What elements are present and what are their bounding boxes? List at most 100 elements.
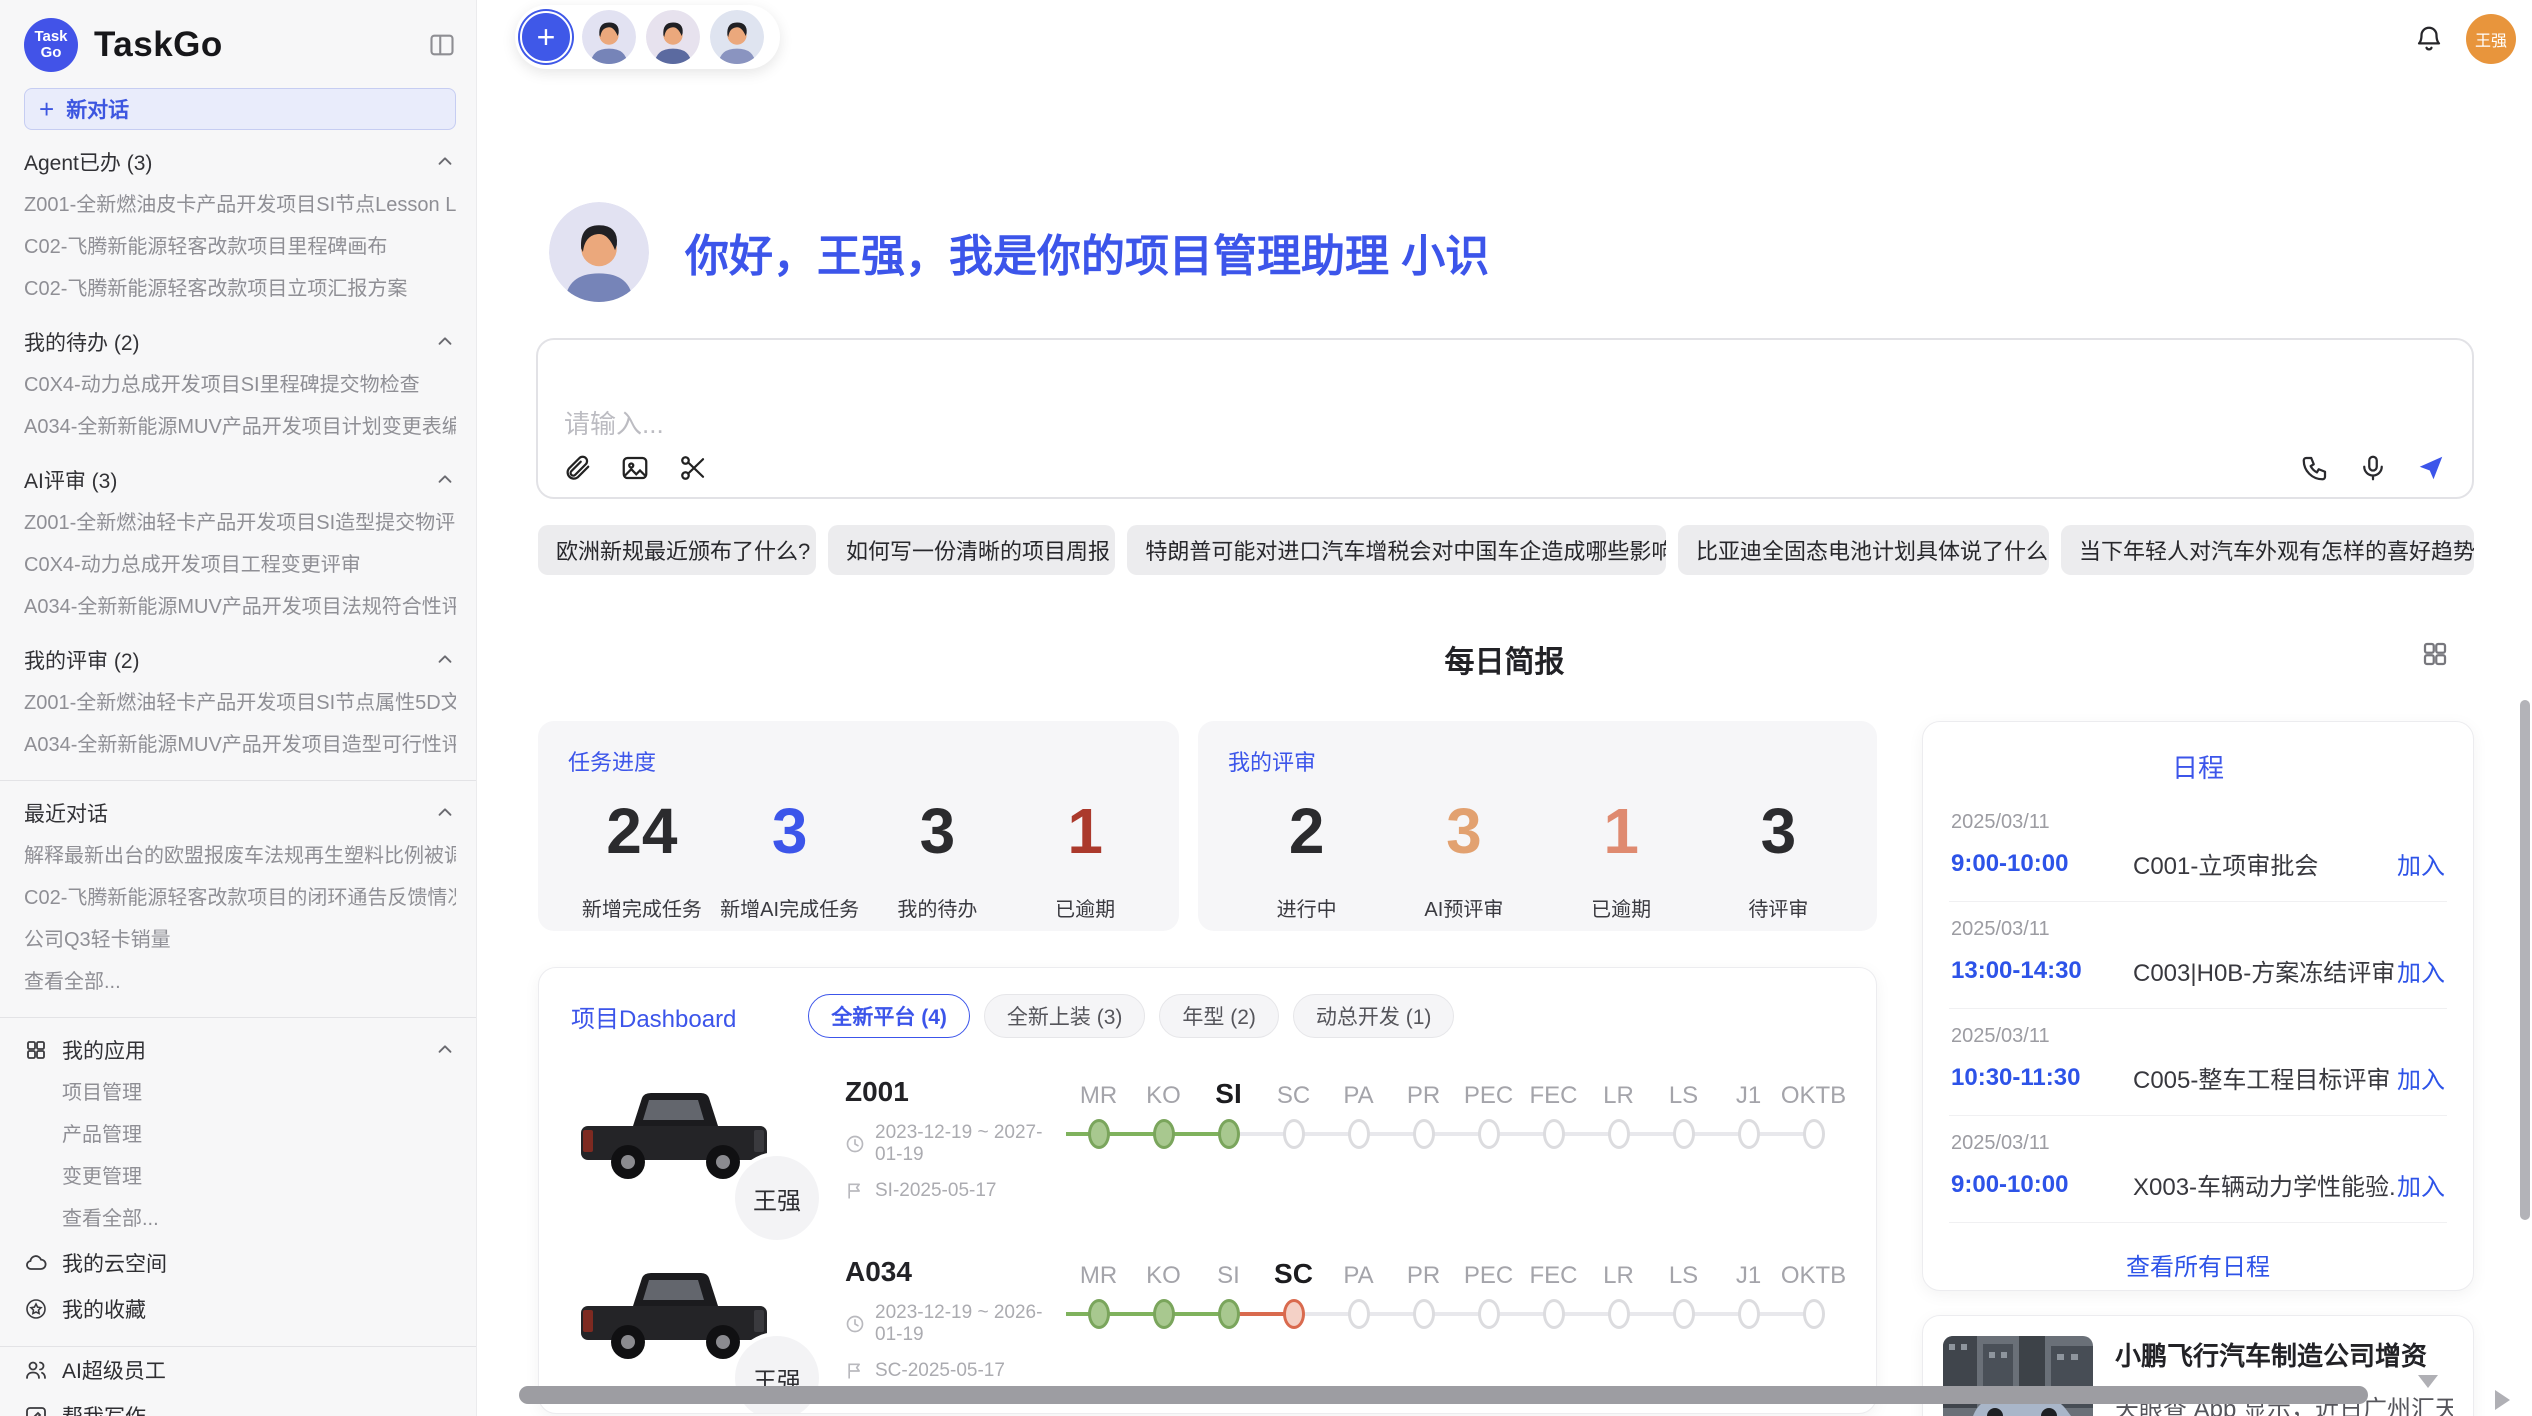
sidebar-tools-rows: AI超级员工帮我写作创意制图 [24,1347,456,1416]
scissors-icon[interactable] [678,453,708,483]
milestone-label: KO [1146,1250,1181,1290]
session-avatar[interactable] [646,10,700,64]
join-button[interactable]: 加入 [2397,1167,2445,1202]
tool-item[interactable]: AI超级员工 [24,1347,456,1393]
join-button[interactable]: 加入 [2397,1060,2445,1095]
sidebar-section-header[interactable]: AI评审 (3) [24,458,456,502]
user-avatar[interactable]: 王强 [2466,14,2516,64]
suggestion-chip[interactable]: 当下年轻人对汽车外观有怎样的喜好趋势 [2061,525,2474,575]
app-title: TaskGo [94,25,412,65]
my-favorites-item[interactable]: 我的收藏 [24,1286,456,1332]
join-button[interactable]: 加入 [2397,846,2445,881]
greeting-section: 你好，王强，我是你的项目管理助理 小识 [549,202,2532,302]
add-session-button[interactable]: + [520,11,572,63]
recent-section-header[interactable]: 最近对话 [24,791,456,835]
app-item[interactable]: 项目管理 [24,1072,456,1114]
cloud-icon [24,1251,48,1275]
my-review-title: 我的评审 [1228,745,1857,777]
suggestion-chip[interactable]: 比亚迪全固态电池计划具体说了什么 [1678,525,2049,575]
sidebar-task-item[interactable]: C0X4-动力总成开发项目SI里程碑提交物检查 [24,364,456,406]
app-item[interactable]: 变更管理 [24,1156,456,1198]
app-item[interactable]: 产品管理 [24,1114,456,1156]
send-icon[interactable] [2416,453,2446,483]
my-apps-header[interactable]: 我的应用 [24,1028,456,1072]
dashboard-filter[interactable]: 全新平台 (4) [808,994,970,1038]
phone-call-icon[interactable] [2300,453,2330,483]
recent-view-all-link[interactable]: 查看全部... [24,961,456,1003]
dashboard-filter[interactable]: 全新上装 (3) [984,994,1146,1038]
view-all-schedule-link[interactable]: 查看所有日程 [1949,1247,2447,1282]
new-chat-label: 新对话 [66,94,129,124]
milestone-node [1348,1119,1370,1149]
tool-item[interactable]: 帮我写作 [24,1393,456,1416]
topbar-right: 王强 [2414,14,2516,64]
chevron-up-icon [434,151,456,173]
right-column: 日程 2025/03/119:00-10:00C001-立项审批会加入2025/… [1922,721,2474,1416]
session-avatar[interactable] [710,10,764,64]
milestone: PEC [1456,1250,1521,1398]
milestone: FEC [1521,1070,1586,1218]
milestone: KO [1131,1250,1196,1398]
my-cloud-space-item[interactable]: 我的云空间 [24,1240,456,1286]
milestone: FEC [1521,1250,1586,1398]
project-code: A034 [845,1256,1066,1288]
project-dates-text: 2023-12-19 ~ 2027-01-19 [875,1122,1066,1166]
milestone-node-row [1391,1110,1456,1158]
sidebar-task-item[interactable]: C02-飞腾新能源轻客改款项目里程碑画布 [24,226,456,268]
milestone-label: J1 [1736,1250,1761,1290]
flag-icon [845,1181,865,1201]
section-label: Agent已办 (3) [24,147,434,177]
dashboard-filter[interactable]: 年型 (2) [1159,994,1279,1038]
sidebar-section-header[interactable]: 我的评审 (2) [24,638,456,682]
milestone-node [1088,1299,1110,1329]
milestone: LR [1586,1070,1651,1218]
new-chat-button[interactable]: + 新对话 [24,88,456,130]
sidebar-section-header[interactable]: Agent已办 (3) [24,140,456,184]
suggestion-chip[interactable]: 特朗普可能对进口汽车增税会对中国车企造成哪些影响 [1127,525,1666,575]
join-button[interactable]: 加入 [2397,953,2445,988]
sidebar-task-item[interactable]: C0X4-动力总成开发项目工程变更评审 [24,544,456,586]
recent-chat-item[interactable]: 解释最新出台的欧盟报废车法规再生塑料比例被调至15%... [24,835,456,877]
collapse-sidebar-icon[interactable] [428,31,456,59]
suggestion-chip[interactable]: 如何写一份清晰的项目周报 [828,525,1115,575]
milestone-label: PEC [1464,1250,1513,1290]
sidebar-task-item[interactable]: A034-全新新能源MUV产品开发项目法规符合性评审 [24,586,456,628]
chevron-up-icon [434,469,456,491]
recent-chat-item[interactable]: C02-飞腾新能源轻客改款项目的闭环通告反馈情况 [24,877,456,919]
sidebar-task-item[interactable]: A034-全新新能源MUV产品开发项目计划变更表编写 [24,406,456,448]
sidebar-task-item[interactable]: Z001-全新燃油轻卡产品开发项目SI造型提交物评审 [24,502,456,544]
project-row: 王强A0342023-12-19 ~ 2026-01-19SC-2025-05-… [571,1248,1846,1398]
dashboard-filter[interactable]: 动总开发 (1) [1293,994,1455,1038]
insert-image-icon[interactable] [620,453,650,483]
clock-icon [845,1314,865,1334]
vertical-scrollbar[interactable] [2520,700,2530,1220]
daily-brief-header: 每日简报 [477,637,2532,673]
milestone-label: SC [1277,1070,1310,1110]
sidebar-section-header[interactable]: 我的待办 (2) [24,320,456,364]
sidebar-task-item[interactable]: A034-全新新能源MUV产品开发项目造型可行性评审 [24,724,456,766]
apps-view-all-link[interactable]: 查看全部... [24,1198,456,1240]
scroll-right-arrow[interactable] [2495,1390,2510,1410]
my-review-card: 我的评审 2进行中3AI预评审1已逾期3待评审 [1198,721,1877,931]
milestone: PA [1326,1250,1391,1398]
sidebar-task-item[interactable]: C02-飞腾新能源轻客改款项目立项汇报方案 [24,268,456,310]
session-avatar[interactable] [582,10,636,64]
suggestion-chip[interactable]: 欧洲新规最近颁布了什么? [538,525,816,575]
layout-grid-icon[interactable] [2420,639,2450,669]
horizontal-scrollbar[interactable] [519,1386,2368,1404]
sidebar-task-item[interactable]: Z001-全新燃油轻卡产品开发项目SI节点属性5D文件评审 [24,682,456,724]
sidebar-storage-rows: 我的云空间我的收藏 [24,1240,456,1332]
stat: 3我的待办 [864,799,1012,922]
sidebar-recent-section: 最近对话解释最新出台的欧盟报废车法规再生塑料比例被调至15%...C02-飞腾新… [24,791,456,1003]
attach-paperclip-icon[interactable] [562,453,592,483]
stat: 24新增完成任务 [568,799,716,922]
sidebar-task-item[interactable]: Z001-全新燃油皮卡产品开发项目SI节点Lesson Learn报告 [24,184,456,226]
recent-chat-item[interactable]: 公司Q3轻卡销量 [24,919,456,961]
scroll-down-arrow[interactable] [2418,1375,2438,1388]
event-main-row: 9:00-10:00X003-车辆动力学性能验...加入 [1951,1167,2445,1202]
milestone-label: MR [1080,1250,1117,1290]
notification-bell-icon[interactable] [2414,24,2444,54]
stat-label: AI预评审 [1385,893,1542,922]
microphone-icon[interactable] [2358,453,2388,483]
composer[interactable]: 请输入... [536,338,2474,499]
